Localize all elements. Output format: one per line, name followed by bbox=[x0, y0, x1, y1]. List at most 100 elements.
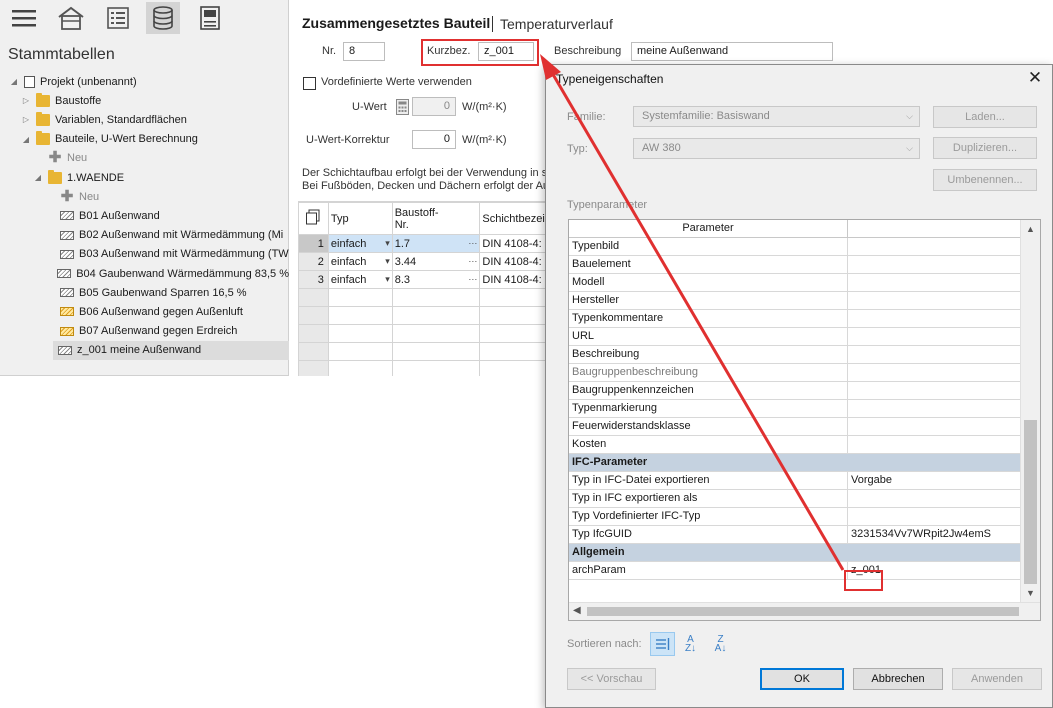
abbrechen-button[interactable]: Abbrechen bbox=[853, 668, 943, 690]
parameter-value[interactable] bbox=[848, 274, 1020, 291]
parameter-row[interactable]: Feuerwiderstandsklasse bbox=[569, 418, 1020, 436]
tree-item[interactable]: B06 Außenwand gegen Außenluft bbox=[44, 302, 289, 321]
col-baustoff[interactable]: Baustoff- Nr. bbox=[391, 202, 481, 235]
duplizieren-button[interactable]: Duplizieren... bbox=[933, 137, 1037, 159]
parameter-row[interactable]: Typenkommentare bbox=[569, 310, 1020, 328]
hscroll-thumb[interactable] bbox=[587, 607, 1019, 616]
horizontal-scrollbar[interactable]: ◀ bbox=[569, 602, 1040, 620]
vorschau-button[interactable]: << Vorschau bbox=[567, 668, 656, 690]
parameter-group-row[interactable]: IFC-Parameter bbox=[569, 454, 1020, 472]
parameter-value[interactable] bbox=[848, 382, 1020, 399]
parameter-value[interactable]: Vorgabe bbox=[848, 472, 1020, 489]
tree-collapse-icon[interactable]: ◢ bbox=[32, 173, 44, 182]
tree-collapse-icon[interactable]: ◢ bbox=[20, 135, 32, 144]
tree-item[interactable]: B01 Außenwand bbox=[44, 206, 289, 225]
parameter-row[interactable]: Typ Vordefinierter IFC-Typ bbox=[569, 508, 1020, 526]
parameter-row[interactable]: archParam z_001 bbox=[569, 562, 1020, 580]
parameter-value[interactable] bbox=[848, 346, 1020, 363]
parameter-row[interactable]: Kosten bbox=[569, 436, 1020, 454]
parameter-value[interactable] bbox=[848, 256, 1020, 273]
building-icon[interactable] bbox=[57, 4, 85, 32]
parameter-value[interactable] bbox=[848, 436, 1020, 453]
scroll-thumb[interactable] bbox=[1024, 420, 1037, 584]
typ-cell[interactable]: einfach ▾ bbox=[327, 234, 393, 253]
parameter-row[interactable]: Baugruppenkennzeichen bbox=[569, 382, 1020, 400]
tree-expand-icon[interactable]: ▷ bbox=[20, 96, 32, 105]
parameter-value[interactable] bbox=[848, 508, 1020, 525]
parameter-row[interactable]: Bauelement bbox=[569, 256, 1020, 274]
parameter-row[interactable]: URL bbox=[569, 328, 1020, 346]
typ-cell[interactable]: einfach ▾ bbox=[327, 270, 393, 289]
empty-row[interactable] bbox=[298, 324, 545, 343]
parameter-value[interactable] bbox=[848, 328, 1020, 345]
parameter-row[interactable]: Typ IfcGUID 3231534Vv7WRpit2Jw4emS bbox=[569, 526, 1020, 544]
tree-expand-icon[interactable]: ▷ bbox=[20, 115, 32, 124]
parameter-group-row[interactable]: Allgemein bbox=[569, 544, 1020, 562]
baustoff-cell[interactable]: 8.3 ··· bbox=[391, 270, 481, 289]
empty-row[interactable] bbox=[298, 342, 545, 361]
tree-item[interactable]: B03 Außenwand mit Wärmedämmung (TW bbox=[44, 245, 289, 264]
parameter-row[interactable]: Typenbild bbox=[569, 238, 1020, 256]
parameter-row[interactable]: Beschreibung bbox=[569, 346, 1020, 364]
beschreibung-field[interactable]: meine Außenwand bbox=[631, 42, 833, 61]
calculator-icon[interactable] bbox=[196, 4, 224, 32]
parameter-value[interactable] bbox=[848, 292, 1020, 309]
parameter-value[interactable] bbox=[848, 418, 1020, 435]
tree-item[interactable]: ◢ Projekt (unbenannt) bbox=[8, 72, 289, 91]
typ-cell[interactable]: einfach ▾ bbox=[327, 252, 393, 271]
vertical-scrollbar[interactable]: ▲ ▼ bbox=[1020, 220, 1040, 602]
tree-item[interactable]: B07 Außenwand gegen Erdreich bbox=[44, 322, 289, 341]
parameter-value[interactable] bbox=[848, 310, 1020, 327]
sort-za-icon[interactable]: Z A↓ bbox=[708, 632, 733, 656]
uwert-field[interactable]: 0 bbox=[412, 97, 456, 116]
ellipsis-icon[interactable]: ··· bbox=[468, 256, 477, 266]
tree-item[interactable]: ✚ Neu bbox=[44, 187, 289, 206]
empty-row[interactable] bbox=[298, 360, 545, 376]
sort-category-icon[interactable] bbox=[650, 632, 675, 656]
col-parameter[interactable]: Parameter bbox=[569, 220, 848, 237]
tree-item[interactable]: B04 Gaubenwand Wärmedämmung 83,5 % bbox=[44, 264, 289, 283]
korrektur-field[interactable]: 0 bbox=[412, 130, 456, 149]
menu-icon[interactable] bbox=[10, 4, 38, 32]
schicht-cell[interactable]: DIN 4108-4: bbox=[479, 270, 545, 289]
ellipsis-icon[interactable]: ··· bbox=[468, 274, 477, 284]
dropdown-arrow-icon[interactable]: ▾ bbox=[385, 256, 390, 267]
tree-item[interactable]: ◢ 1.WAENDE bbox=[32, 168, 289, 187]
laden-button[interactable]: Laden... bbox=[933, 106, 1037, 128]
parameter-row[interactable]: Baugruppenbeschreibung bbox=[569, 364, 1020, 382]
ok-button[interactable]: OK bbox=[760, 668, 844, 690]
parameter-row[interactable]: Typ in IFC-Datei exportieren Vorgabe bbox=[569, 472, 1020, 490]
scroll-up-icon[interactable]: ▲ bbox=[1026, 224, 1035, 234]
baustoff-cell[interactable]: 3.44 ··· bbox=[391, 252, 481, 271]
nr-field[interactable]: 8 bbox=[343, 42, 385, 61]
vordefiniert-checkbox[interactable] bbox=[303, 77, 316, 90]
anwenden-button[interactable]: Anwenden bbox=[952, 668, 1042, 690]
schicht-cell[interactable]: DIN 4108-4: bbox=[479, 234, 545, 253]
scroll-down-icon[interactable]: ▼ bbox=[1026, 588, 1035, 598]
col-typ[interactable]: Typ bbox=[327, 202, 393, 235]
typ-select[interactable]: AW 380 ⌵ bbox=[633, 138, 920, 159]
tree-item[interactable]: B05 Gaubenwand Sparren 16,5 % bbox=[44, 283, 289, 302]
parameter-row[interactable]: Modell bbox=[569, 274, 1020, 292]
tab-temperaturverlauf[interactable]: Temperaturverlauf bbox=[500, 16, 613, 32]
list-icon[interactable] bbox=[104, 4, 132, 32]
schicht-cell[interactable]: DIN 4108-4: bbox=[479, 252, 545, 271]
database-icon[interactable] bbox=[146, 2, 180, 34]
tree-item[interactable]: z_001 meine Außenwand bbox=[53, 340, 289, 360]
close-icon[interactable]: ✕ bbox=[1024, 67, 1046, 89]
parameter-value[interactable] bbox=[848, 400, 1020, 417]
parameter-row[interactable]: Typ in IFC exportieren als bbox=[569, 490, 1020, 508]
tree-item[interactable]: ◢ Bauteile, U-Wert Berechnung bbox=[20, 130, 289, 149]
tree-item[interactable]: ▷ Baustoffe bbox=[20, 91, 289, 110]
dropdown-arrow-icon[interactable]: ▾ bbox=[385, 238, 390, 249]
empty-row[interactable] bbox=[298, 306, 545, 325]
parameter-value[interactable] bbox=[848, 364, 1020, 381]
dropdown-arrow-icon[interactable]: ▾ bbox=[385, 274, 390, 285]
col-schicht[interactable]: Schichtbezei bbox=[479, 202, 545, 235]
empty-row[interactable] bbox=[298, 288, 545, 307]
tree-item[interactable]: ✚ Neu bbox=[32, 149, 289, 168]
baustoff-cell[interactable]: 1.7 ··· bbox=[391, 234, 481, 253]
tree-item[interactable]: ▷ Variablen, Standardflächen bbox=[20, 110, 289, 129]
scroll-left-icon[interactable]: ◀ bbox=[573, 605, 581, 616]
kurzbez-field[interactable]: z_001 bbox=[478, 42, 534, 61]
